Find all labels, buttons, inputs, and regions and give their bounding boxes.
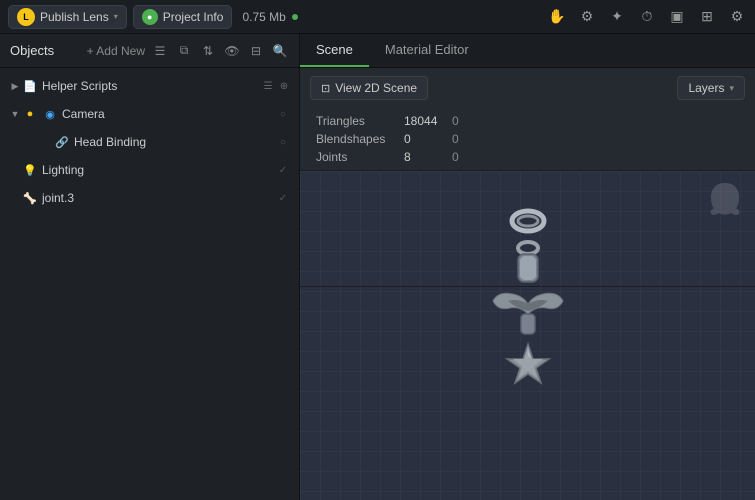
lighting-label: Lighting	[42, 163, 275, 177]
right-panel: Scene Material Editor ⊡ View 2D Scene La…	[300, 34, 755, 500]
layers-arrow-icon: ▾	[729, 83, 734, 94]
joint3-label: joint.3	[42, 191, 275, 205]
view-2d-button[interactable]: ⊡ View 2D Scene	[310, 76, 428, 100]
objects-header: Objects + Add New ☰ ⧉ ⇅ 👁 ⊟ 🔍	[0, 34, 299, 68]
helper-scripts-action-2[interactable]: ⊕	[277, 79, 291, 93]
tree-item-camera[interactable]: ▼ ● ◉ Camera ○	[0, 100, 299, 128]
left-panel: Objects + Add New ☰ ⧉ ⇅ 👁 ⊟ 🔍 ▶ 📄 Helper…	[0, 34, 300, 500]
status-dot	[292, 14, 298, 20]
camera-label: Camera	[62, 107, 275, 121]
joints-val2: 0	[452, 150, 482, 164]
publish-lens-button[interactable]: L Publish Lens ▾	[8, 5, 127, 29]
scene-toolbar: ⊡ View 2D Scene Layers ▾	[300, 68, 755, 108]
tree-arrow-camera: ▼	[8, 107, 22, 121]
tree-item-head-binding[interactable]: ▶ 🔗 Head Binding ○	[0, 128, 299, 156]
project-info-icon: ●	[142, 9, 158, 25]
search-icon[interactable]: 🔍	[271, 42, 289, 60]
tab-scene[interactable]: Scene	[300, 34, 369, 67]
move-icon[interactable]: ✦	[607, 7, 627, 27]
head-binding-icon: 🔗	[54, 134, 70, 150]
head-binding-visibility[interactable]: ○	[275, 134, 291, 150]
camera-visibility[interactable]: ○	[275, 106, 291, 122]
helper-scripts-actions: ☰ ⊕	[261, 79, 291, 93]
tab-material-editor[interactable]: Material Editor	[369, 34, 485, 67]
sort-icon[interactable]: ⇅	[199, 42, 217, 60]
joint3-visibility[interactable]: ✓	[275, 190, 291, 206]
triangles-label: Triangles	[316, 114, 396, 128]
preview-icon[interactable]: ▣	[667, 7, 687, 27]
lighting-icon: 💡	[22, 162, 38, 178]
camera-icon: ◉	[42, 106, 58, 122]
add-new-button[interactable]: + Add New	[87, 44, 145, 58]
helper-scripts-action-1[interactable]: ☰	[261, 79, 275, 93]
add-new-label: + Add New	[87, 44, 145, 58]
triangles-val2: 0	[452, 114, 482, 128]
camera-dot-icon: ●	[22, 106, 38, 122]
lens-icon: L	[17, 8, 35, 26]
helper-scripts-icon: 📄	[22, 78, 38, 94]
stats-column: Triangles 18044 0 Blendshapes 0 0 Joints…	[316, 114, 482, 164]
tree-item-joint3[interactable]: ▶ 🦴 joint.3 ✓	[0, 184, 299, 212]
tab-material-editor-label: Material Editor	[385, 42, 469, 57]
transform-icon[interactable]: ⚙	[577, 7, 597, 27]
timer-icon[interactable]: ⏱	[637, 7, 657, 27]
visibility-toggle-icon[interactable]: 👁	[223, 42, 241, 60]
layers-button[interactable]: Layers ▾	[677, 76, 745, 100]
settings-icon[interactable]: ⚙	[727, 7, 747, 27]
scene-viewport[interactable]	[300, 171, 755, 500]
publish-arrow-icon: ▾	[114, 12, 118, 21]
lighting-visibility[interactable]: ✓	[275, 162, 291, 178]
blendshapes-label: Blendshapes	[316, 132, 396, 146]
head-binding-label: Head Binding	[74, 135, 275, 149]
blendshapes-val2: 0	[452, 132, 482, 146]
tree-arrow-helper-scripts: ▶	[8, 79, 22, 93]
ghost-watermark	[705, 181, 745, 221]
joints-label: Joints	[316, 150, 396, 164]
view-2d-label: View 2D Scene	[335, 81, 417, 95]
joints-val1: 8	[404, 150, 444, 164]
filter-icon[interactable]: ⊟	[247, 42, 265, 60]
hand-tool-icon[interactable]: ✋	[547, 7, 567, 27]
layers-icon[interactable]: ⧉	[175, 42, 193, 60]
list-view-icon[interactable]: ☰	[151, 42, 169, 60]
stat-row-triangles: Triangles 18044 0	[316, 114, 482, 128]
objects-title: Objects	[10, 43, 79, 58]
object-tree: ▶ 📄 Helper Scripts ☰ ⊕ ▼ ● ◉ Camera ○ ▶ …	[0, 68, 299, 500]
helper-scripts-label: Helper Scripts	[42, 79, 261, 93]
project-info-button[interactable]: ● Project Info	[133, 5, 233, 29]
joint3-icon: 🦴	[22, 190, 38, 206]
project-info-label: Project Info	[163, 10, 224, 24]
top-bar: L Publish Lens ▾ ● Project Info 0.75 Mb …	[0, 0, 755, 34]
stat-row-blendshapes: Blendshapes 0 0	[316, 132, 482, 146]
main-layout: Objects + Add New ☰ ⧉ ⇅ 👁 ⊟ 🔍 ▶ 📄 Helper…	[0, 34, 755, 500]
triangles-val1: 18044	[404, 114, 444, 128]
top-toolbar-icons: ✋ ⚙ ✦ ⏱ ▣ ⊞ ⚙	[547, 7, 747, 27]
tab-scene-label: Scene	[316, 42, 353, 57]
screen-icon[interactable]: ⊞	[697, 7, 717, 27]
scene-stats: Triangles 18044 0 Blendshapes 0 0 Joints…	[300, 108, 755, 171]
blendshapes-val1: 0	[404, 132, 444, 146]
file-size-label: 0.75 Mb	[242, 10, 285, 24]
charm-3d-model	[468, 196, 588, 476]
panel-tabs: Scene Material Editor	[300, 34, 755, 68]
layers-label: Layers	[688, 81, 724, 95]
tree-item-lighting[interactable]: ▶ 💡 Lighting ✓	[0, 156, 299, 184]
stat-row-joints: Joints 8 0	[316, 150, 482, 164]
tree-item-helper-scripts[interactable]: ▶ 📄 Helper Scripts ☰ ⊕	[0, 72, 299, 100]
publish-lens-label: Publish Lens	[40, 10, 109, 24]
